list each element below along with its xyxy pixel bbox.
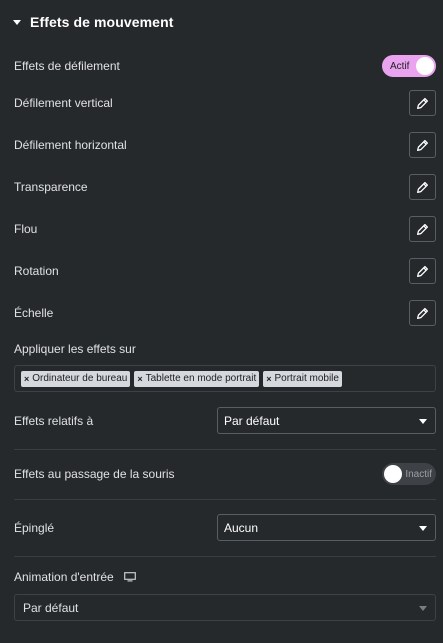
device-tag[interactable]: × Ordinateur de bureau bbox=[21, 370, 131, 387]
edit-scale-button[interactable] bbox=[409, 300, 436, 326]
apply-on-label: Appliquer les effets sur bbox=[14, 342, 136, 356]
mouse-effects-label: Effets au passage de la souris bbox=[14, 467, 175, 481]
effect-label: Défilement horizontal bbox=[14, 138, 127, 152]
remove-tag-icon[interactable]: × bbox=[137, 374, 142, 384]
toggle-knob bbox=[384, 465, 402, 483]
scroll-effects-label: Effets de défilement bbox=[14, 59, 120, 73]
entrance-animation-label: Animation d'entrée bbox=[14, 570, 114, 584]
mouse-effects-toggle[interactable]: Inactif bbox=[382, 463, 436, 485]
select-value: Par défaut bbox=[224, 413, 280, 428]
apply-on-row: Appliquer les effets sur bbox=[14, 341, 436, 357]
effect-row-blur: Flou bbox=[14, 216, 436, 242]
select-value: Par défaut bbox=[23, 600, 79, 615]
sticky-label: Épinglé bbox=[14, 520, 55, 535]
pencil-icon bbox=[416, 139, 429, 151]
pencil-icon bbox=[416, 265, 429, 277]
scroll-effects-row: Effets de défilement Actif bbox=[14, 55, 436, 77]
remove-tag-icon[interactable]: × bbox=[24, 374, 29, 384]
chevron-down-icon bbox=[419, 419, 427, 424]
pencil-icon bbox=[416, 307, 429, 319]
desktop-icon[interactable] bbox=[123, 572, 136, 582]
effect-row-rotation: Rotation bbox=[14, 258, 436, 284]
relative-to-select[interactable]: Par défaut bbox=[217, 407, 436, 434]
effect-row-transparency: Transparence bbox=[14, 174, 436, 200]
toggle-off-label: Inactif bbox=[405, 468, 432, 480]
pencil-icon bbox=[416, 97, 429, 109]
divider bbox=[14, 556, 436, 557]
chevron-down-icon bbox=[419, 526, 427, 531]
caret-down-icon bbox=[13, 19, 21, 25]
edit-vertical-scroll-button[interactable] bbox=[409, 90, 436, 116]
entrance-animation-select[interactable]: Par défaut bbox=[14, 594, 436, 621]
relative-to-row: Effets relatifs à Par défaut bbox=[14, 407, 436, 434]
effect-label: Transparence bbox=[14, 180, 88, 194]
effect-row-horizontal: Défilement horizontal bbox=[14, 132, 436, 158]
effect-label: Rotation bbox=[14, 264, 59, 278]
device-tag[interactable]: × Portrait mobile bbox=[263, 370, 342, 387]
pencil-icon bbox=[416, 181, 429, 193]
device-tag[interactable]: × Tablette en mode portrait bbox=[134, 370, 260, 387]
divider bbox=[14, 499, 436, 500]
remove-tag-icon[interactable]: × bbox=[266, 374, 271, 384]
effect-row-scale: Échelle bbox=[14, 300, 436, 326]
toggle-knob bbox=[416, 57, 434, 75]
scroll-effects-toggle[interactable]: Actif bbox=[382, 55, 436, 77]
device-tag-input[interactable]: × Ordinateur de bureau × Tablette en mode … bbox=[14, 365, 436, 392]
edit-horizontal-scroll-button[interactable] bbox=[409, 132, 436, 158]
chevron-down-icon bbox=[419, 606, 427, 611]
effect-label: Échelle bbox=[14, 306, 54, 320]
mouse-effects-row: Effets au passage de la souris Inactif bbox=[14, 463, 436, 485]
edit-blur-button[interactable] bbox=[409, 216, 436, 242]
sticky-select[interactable]: Aucun bbox=[217, 514, 436, 541]
effect-label: Défilement vertical bbox=[14, 96, 113, 110]
entrance-animation-row: Animation d'entrée bbox=[14, 569, 436, 585]
sticky-row: Épinglé Aucun bbox=[14, 514, 436, 541]
edit-rotation-button[interactable] bbox=[409, 258, 436, 284]
toggle-on-label: Actif bbox=[390, 60, 410, 72]
section-header-motion-effects[interactable]: Effets de mouvement bbox=[0, 0, 443, 44]
relative-to-label: Effets relatifs à bbox=[14, 413, 94, 428]
select-value: Aucun bbox=[224, 520, 259, 535]
effect-label: Flou bbox=[14, 222, 38, 236]
section-title: Effets de mouvement bbox=[30, 14, 174, 30]
pencil-icon bbox=[416, 223, 429, 235]
effect-row-vertical: Défilement vertical bbox=[14, 90, 436, 116]
edit-transparency-button[interactable] bbox=[409, 174, 436, 200]
divider bbox=[14, 449, 436, 450]
